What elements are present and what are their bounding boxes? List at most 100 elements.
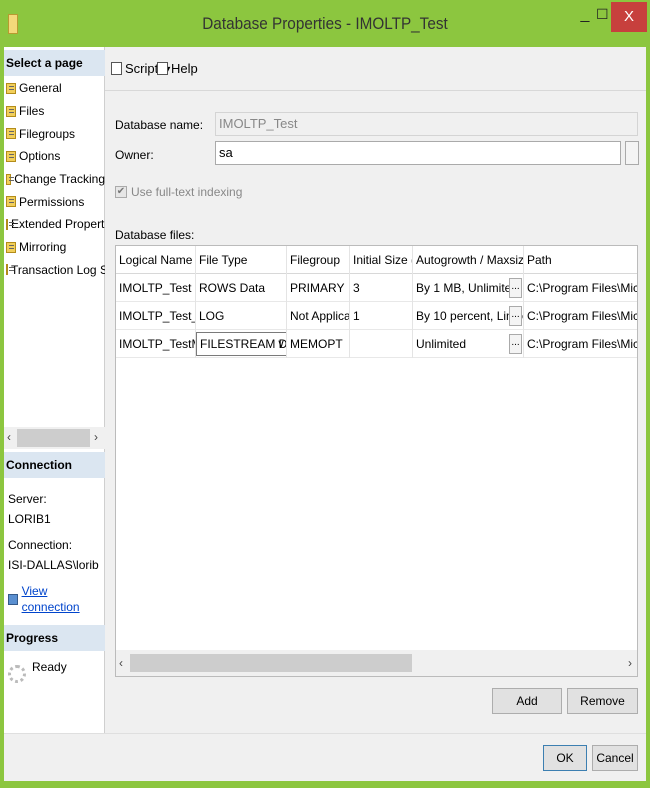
- title-bar[interactable]: Database Properties - IMOLTP_Test _ ☐ X: [0, 0, 650, 46]
- view-connection-link[interactable]: View connection: [8, 583, 104, 615]
- column-header-path[interactable]: Path: [524, 246, 637, 274]
- cell-path[interactable]: C:\Program Files\Microsoft SQ: [524, 330, 637, 358]
- server-value: LORIB1: [8, 512, 51, 526]
- script-icon: [111, 62, 122, 75]
- scroll-right-arrow-icon[interactable]: ›: [628, 656, 632, 670]
- connection-info: Server: LORIB1 Connection: ISI-DALLAS\lo…: [8, 491, 104, 615]
- close-button[interactable]: X: [611, 2, 647, 32]
- column-header-initial-size[interactable]: Initial Size (...: [350, 246, 413, 274]
- cell-path[interactable]: C:\Program Files\Microsoft SQ: [524, 302, 637, 330]
- page-icon: [6, 196, 16, 208]
- cell-autogrowth[interactable]: By 1 MB, Unlimited: [413, 274, 524, 302]
- table-row[interactable]: IMOLTP_TestMO FILESTREAM Data ∨ MEMOPT U…: [116, 330, 637, 358]
- column-header-filegroup[interactable]: Filegroup: [287, 246, 350, 274]
- column-header-autogrowth[interactable]: Autogrowth / Maxsize: [413, 246, 524, 274]
- cell-logical-name[interactable]: IMOLTP_Test: [116, 274, 196, 302]
- page-label: Files: [19, 104, 45, 119]
- database-name-field: IMOLTP_Test: [215, 112, 638, 136]
- cell-logical-name[interactable]: IMOLTP_TestMO: [116, 330, 196, 358]
- page-item-files[interactable]: Files: [4, 100, 105, 123]
- app-icon: [8, 14, 18, 34]
- page-item-filegroups[interactable]: Filegroups: [4, 122, 105, 145]
- page-icon: [6, 264, 14, 276]
- connection-header: Connection: [4, 452, 105, 478]
- fulltext-indexing-checkbox[interactable]: ✔ Use full-text indexing: [115, 185, 242, 199]
- progress-header: Progress: [4, 625, 105, 651]
- grid-horizontal-scrollbar[interactable]: ‹ ›: [116, 650, 637, 676]
- view-connection-label[interactable]: View connection: [22, 583, 104, 615]
- column-header-file-type[interactable]: File Type: [196, 246, 287, 274]
- help-icon: [157, 62, 168, 75]
- chevron-down-icon[interactable]: ∨: [277, 333, 285, 355]
- add-button[interactable]: Add: [492, 688, 562, 714]
- autogrowth-browse-button[interactable]: ...: [509, 306, 522, 326]
- page-icon: [6, 173, 15, 185]
- maximize-button[interactable]: ☐: [596, 6, 610, 28]
- page-item-general[interactable]: General: [4, 77, 105, 100]
- database-name-label: Database name:: [115, 118, 204, 132]
- cell-filegroup[interactable]: Not Applicable: [287, 302, 350, 330]
- page-item-options[interactable]: Options: [4, 145, 105, 168]
- page-icon: [6, 150, 16, 162]
- server-label: Server:: [8, 492, 47, 506]
- autogrowth-browse-button[interactable]: ...: [509, 334, 522, 354]
- scroll-left-arrow-icon[interactable]: ‹: [7, 430, 11, 444]
- page-label: Filegroups: [19, 126, 76, 141]
- cell-initial-size[interactable]: 1: [350, 302, 413, 330]
- progress-status: Ready: [8, 660, 67, 683]
- cell-file-type[interactable]: ROWS Data: [196, 274, 287, 302]
- cell-path[interactable]: C:\Program Files\Microsoft SQ: [524, 274, 637, 302]
- select-page-header: Select a page: [4, 50, 105, 76]
- page-item-permissions[interactable]: Permissions: [4, 190, 105, 213]
- scrollbar-thumb[interactable]: [130, 654, 412, 672]
- cell-filegroup[interactable]: MEMOPT: [287, 330, 350, 358]
- cancel-button[interactable]: Cancel: [592, 745, 638, 771]
- page-label: Options: [19, 149, 61, 164]
- cell-initial-size[interactable]: 3: [350, 274, 413, 302]
- file-type-selected: FILESTREAM Data: [200, 337, 287, 351]
- progress-status-label: Ready: [32, 660, 67, 674]
- toolbar: Script ▼ Help: [105, 47, 646, 91]
- window-title: Database Properties - IMOLTP_Test: [202, 14, 448, 33]
- help-button[interactable]: Help: [157, 61, 198, 76]
- page-item-extended-properties[interactable]: Extended Properties: [4, 213, 120, 236]
- cell-autogrowth[interactable]: By 10 percent, Limite...: [413, 302, 524, 330]
- page-icon: [6, 241, 16, 253]
- cell-logical-name[interactable]: IMOLTP_Test_log: [116, 302, 196, 330]
- column-header-logical-name[interactable]: Logical Name: [116, 246, 196, 274]
- right-panel: Script ▼ Help Database name: IMOLTP_Test…: [105, 47, 646, 733]
- owner-browse-button[interactable]: [625, 141, 639, 165]
- ok-button[interactable]: OK: [543, 745, 587, 771]
- page-list-scrollbar[interactable]: ‹ ›: [4, 427, 105, 449]
- minimize-button[interactable]: _: [574, 6, 596, 28]
- dialog-window: Database Properties - IMOLTP_Test _ ☐ X …: [0, 0, 650, 788]
- scrollbar-thumb[interactable]: [17, 429, 90, 447]
- checkbox-check-icon[interactable]: ✔: [115, 186, 127, 198]
- file-type-dropdown[interactable]: FILESTREAM Data ∨: [196, 332, 287, 356]
- cell-file-type[interactable]: LOG: [196, 302, 287, 330]
- remove-button[interactable]: Remove: [567, 688, 638, 714]
- autogrowth-browse-button[interactable]: ...: [509, 278, 522, 298]
- database-files-grid: Logical Name File Type Filegroup Initial…: [115, 245, 638, 677]
- page-item-change-tracking[interactable]: Change Tracking: [4, 168, 105, 191]
- page-label: Mirroring: [19, 240, 67, 255]
- table-row[interactable]: IMOLTP_Test_log LOG Not Applicable 1 By …: [116, 302, 637, 330]
- page-list: General Files Filegroups Options Change …: [4, 77, 147, 282]
- page-item-transaction-log-shipping[interactable]: Transaction Log Shipping: [4, 259, 147, 282]
- left-panel: Select a page General Files Filegroups O…: [4, 47, 147, 733]
- cell-file-type: FILESTREAM Data ∨: [196, 330, 287, 358]
- script-label: Script: [125, 61, 159, 76]
- cell-filegroup[interactable]: PRIMARY: [287, 274, 350, 302]
- page-label: Change Tracking: [14, 172, 105, 187]
- page-label: General: [19, 81, 62, 96]
- scroll-right-arrow-icon[interactable]: ›: [94, 430, 98, 444]
- help-label: Help: [171, 61, 198, 76]
- table-row[interactable]: IMOLTP_Test ROWS Data PRIMARY 3 By 1 MB,…: [116, 274, 637, 302]
- owner-field[interactable]: sa: [215, 141, 621, 165]
- page-item-mirroring[interactable]: Mirroring: [4, 236, 105, 259]
- cell-autogrowth[interactable]: Unlimited: [413, 330, 524, 358]
- cell-initial-size[interactable]: [350, 330, 413, 358]
- page-icon: [6, 82, 16, 94]
- scroll-left-arrow-icon[interactable]: ‹: [119, 656, 123, 670]
- page-label: Permissions: [19, 194, 85, 209]
